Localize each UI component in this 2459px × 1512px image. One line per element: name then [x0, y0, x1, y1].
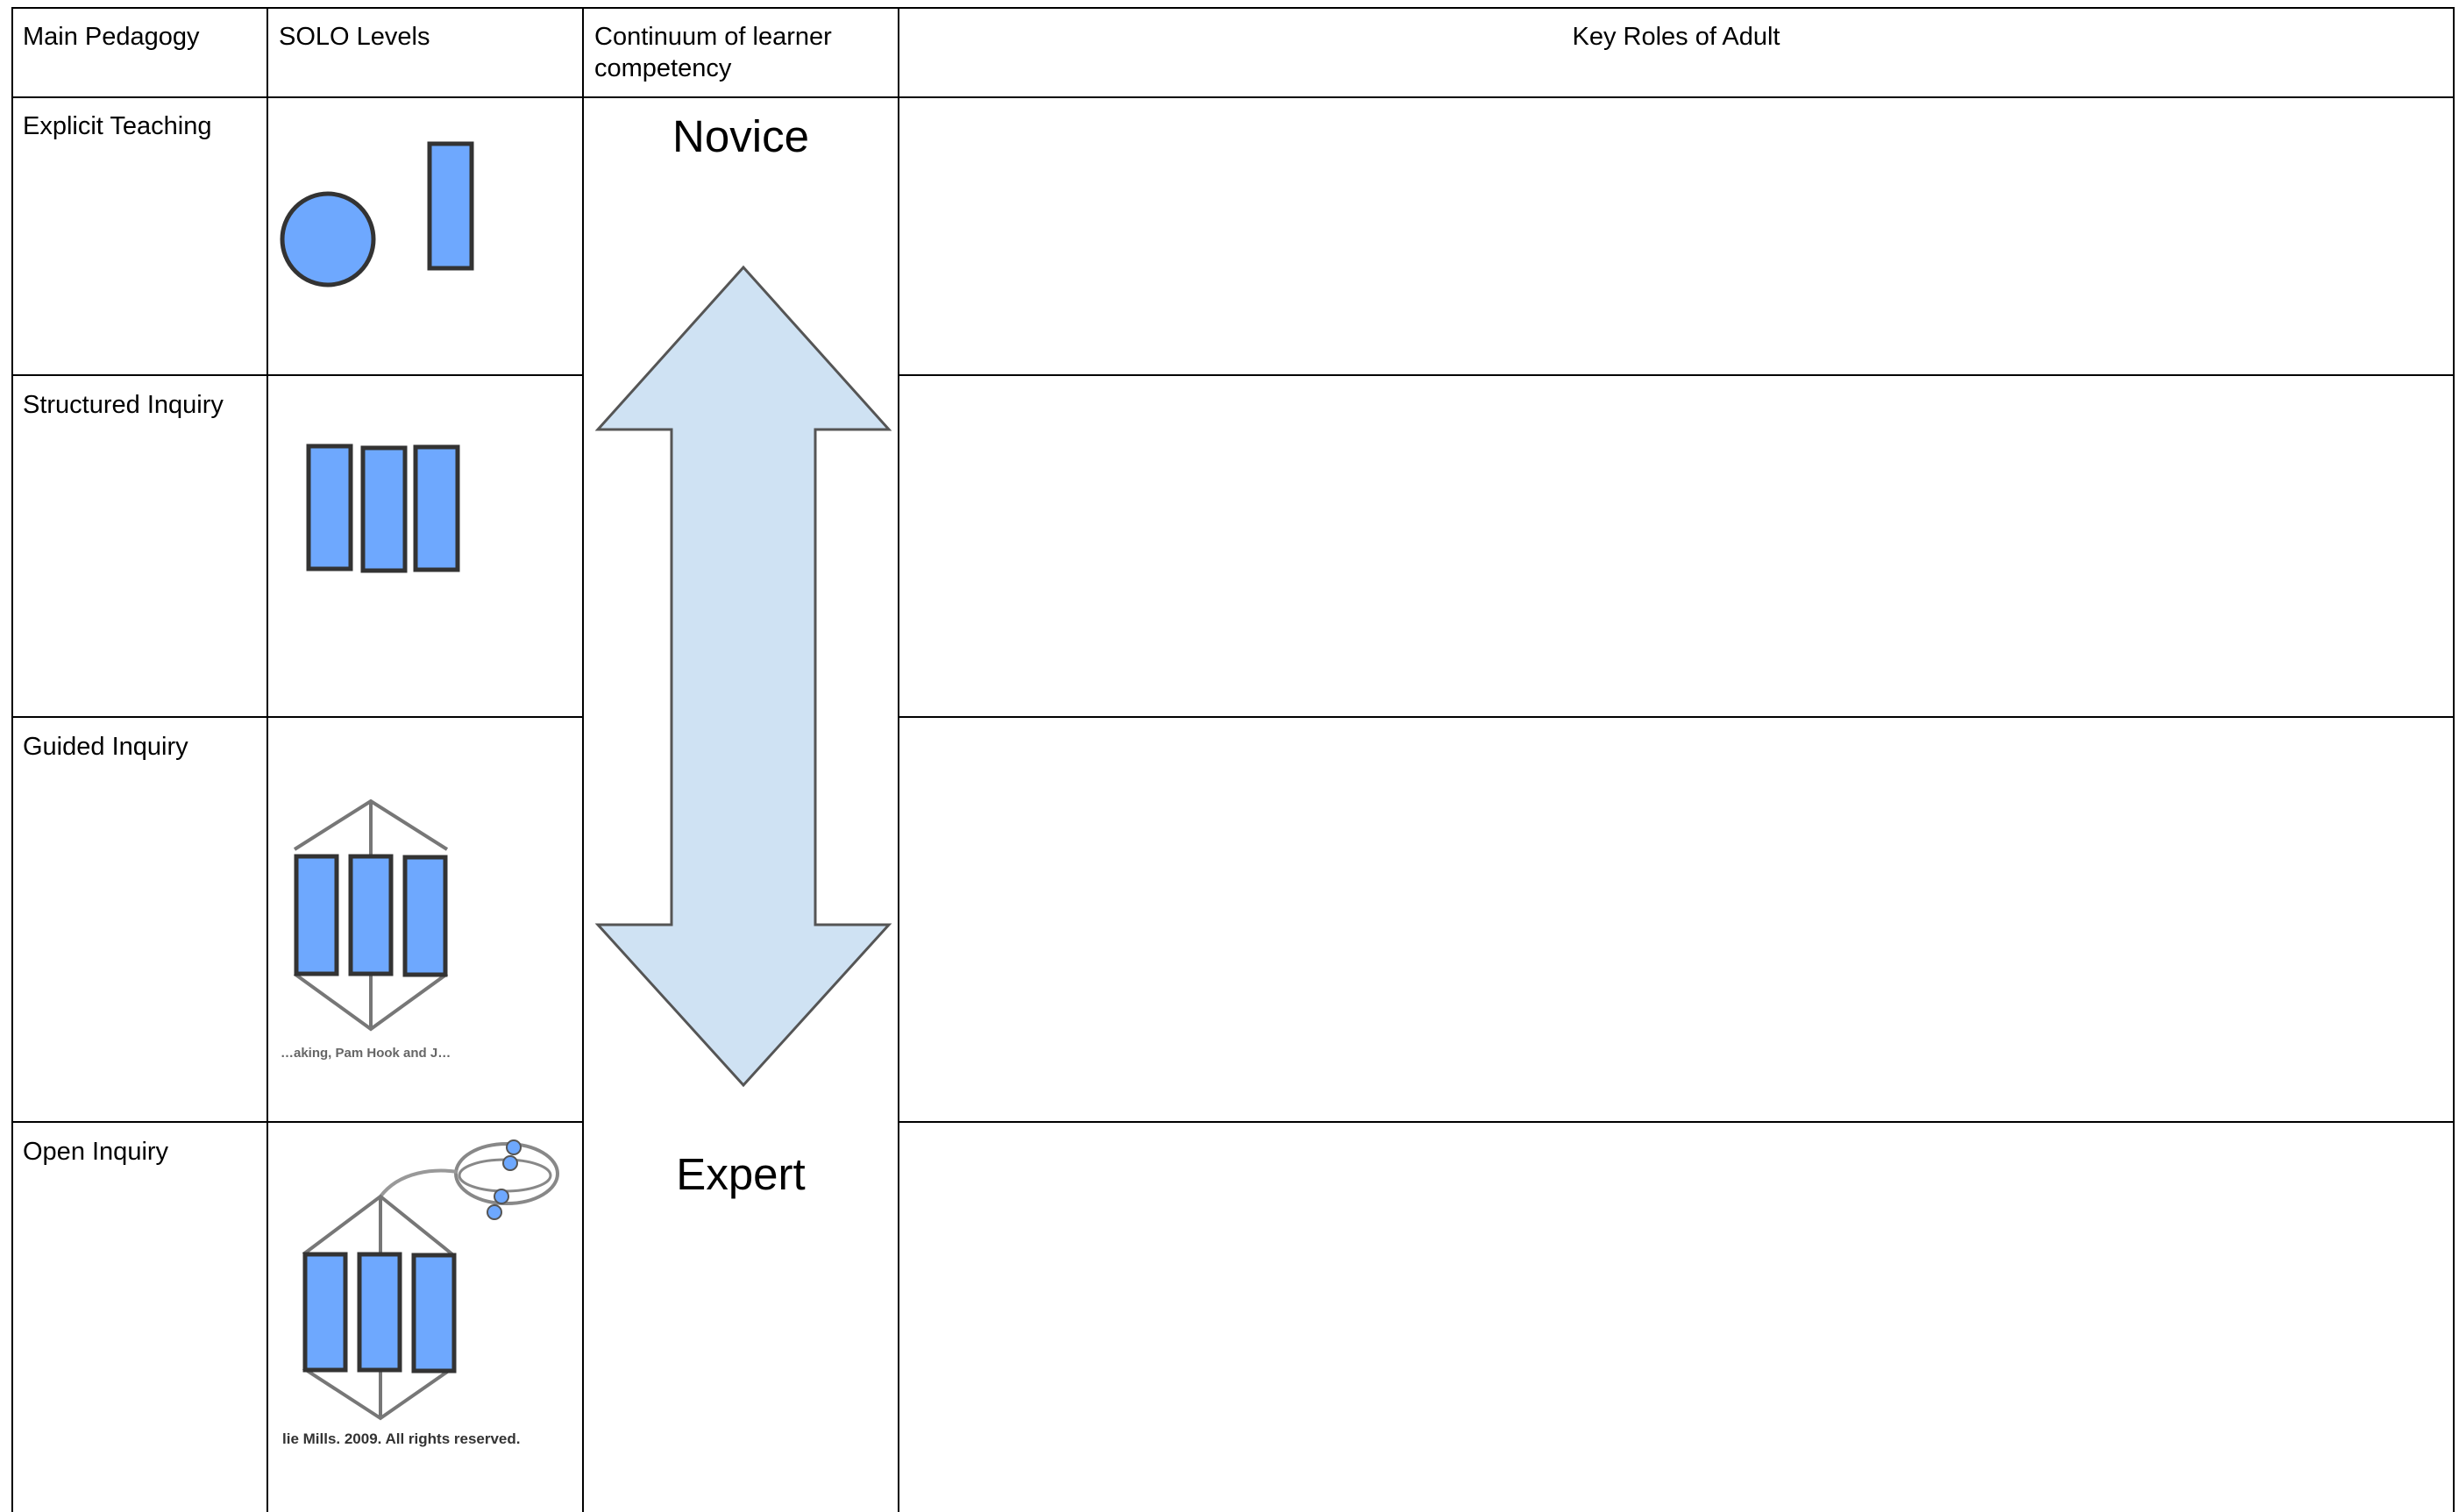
extended-node — [506, 1139, 522, 1155]
solo-bar-shape — [402, 855, 448, 977]
solo-bar-shape — [348, 854, 394, 976]
solo-unistructural-icon — [280, 141, 474, 287]
continuum-novice-label: Novice — [672, 111, 809, 161]
grid-line-right — [2453, 7, 2455, 1512]
header-continuum: Continuum of learner competency — [594, 23, 832, 82]
solo-relational-icon — [293, 799, 449, 1032]
grid-line-row2-bottom-right — [899, 716, 2455, 718]
grid-line-row1-bottom-right — [899, 374, 2455, 376]
solo-bar-shape — [413, 444, 460, 572]
continuum-expert-label: Expert — [676, 1149, 806, 1199]
relational-link-top — [302, 1194, 454, 1256]
solo-bar-shape — [360, 445, 408, 573]
extended-node — [494, 1189, 509, 1204]
solo-bar-shape — [357, 1252, 402, 1373]
double-arrow-shape — [594, 265, 892, 1088]
header-main-pedagogy: Main Pedagogy — [23, 23, 200, 51]
extended-connector — [379, 1168, 458, 1198]
solo-bar-shape — [306, 444, 353, 571]
relational-link-bottom — [302, 1366, 454, 1421]
header-solo-levels: SOLO Levels — [279, 23, 430, 51]
solo-bar-shape — [294, 854, 339, 976]
grid-line-left — [11, 7, 13, 1512]
solo-multistructural-icon — [306, 444, 460, 573]
row-explicit-teaching: Explicit Teaching — [23, 112, 212, 140]
roles-open-inquiry[interactable] — [912, 1136, 2437, 1504]
solo-credit: lie Mills. 2009. All rights reserved. — [282, 1430, 521, 1447]
roles-explicit-teaching[interactable] — [912, 110, 2437, 365]
solo-credit-partial: …aking, Pam Hook and J… — [281, 1046, 451, 1061]
solo-bar-shape — [427, 141, 474, 271]
grid-line-row3-bottom-right — [899, 1121, 2455, 1123]
extended-node — [502, 1155, 518, 1171]
double-headed-arrow-icon — [594, 265, 892, 1088]
extended-node — [487, 1204, 502, 1220]
grid-line-col3 — [898, 7, 899, 1512]
roles-structured-inquiry[interactable] — [912, 389, 2437, 705]
solo-circle-shape — [280, 191, 376, 287]
header-key-roles: Key Roles of Adult — [1572, 23, 1780, 51]
row-structured-inquiry: Structured Inquiry — [23, 391, 224, 419]
row-open-inquiry: Open Inquiry — [23, 1138, 169, 1166]
roles-guided-inquiry[interactable] — [912, 731, 2437, 1108]
solo-bar-shape — [411, 1253, 457, 1374]
solo-bar-shape — [302, 1252, 348, 1373]
grid-line-top — [11, 7, 2455, 9]
solo-extended-abstract-icon — [302, 1139, 559, 1421]
row-guided-inquiry: Guided Inquiry — [23, 733, 188, 761]
